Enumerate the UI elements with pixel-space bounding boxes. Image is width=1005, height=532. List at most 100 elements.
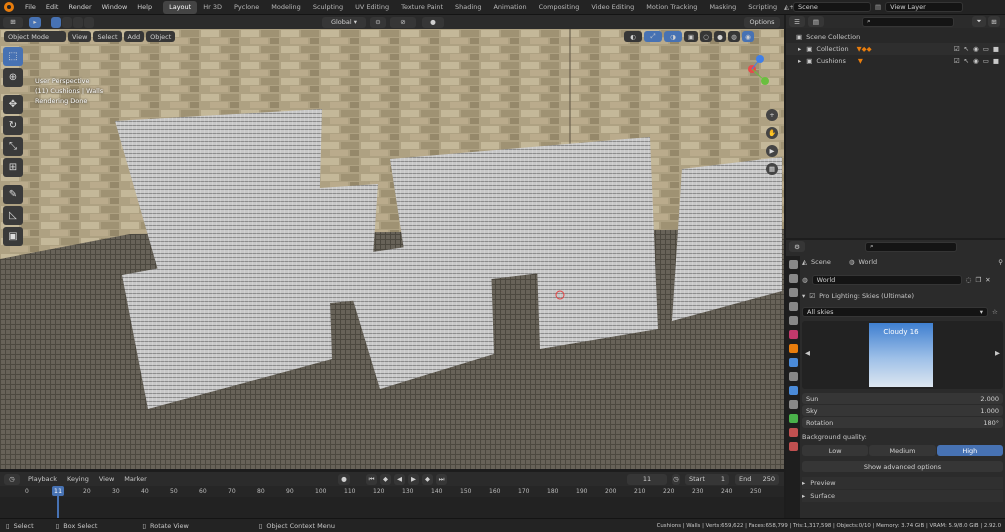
record-icon[interactable]: ● <box>338 473 350 485</box>
menu-window[interactable]: Window <box>97 3 133 11</box>
menu-file[interactable]: File <box>20 3 41 11</box>
menu-add[interactable]: Add <box>123 31 145 42</box>
3d-viewport[interactable]: User Perspective (11) Cushions | Walls R… <box>0 29 784 469</box>
select-mode-icon[interactable]: ▸ <box>29 16 41 28</box>
select-arrow-icon[interactable]: ↖ <box>964 45 969 53</box>
rotate-tool-icon[interactable]: ↻ <box>3 116 23 135</box>
material-shading-icon[interactable]: ◍ <box>728 31 740 42</box>
addon-panel-header[interactable]: ▾ ☑ Pro Lighting: Skies (Ultimate) <box>802 290 1003 302</box>
tab-masking[interactable]: Masking <box>703 1 742 14</box>
tab-animation[interactable]: Animation <box>487 1 532 14</box>
tool-tab-icon[interactable] <box>788 260 798 269</box>
mode-subtract-icon[interactable] <box>73 16 83 28</box>
add-cube-tool-icon[interactable]: ▣ <box>3 227 23 246</box>
unlink-icon[interactable]: ✕ <box>985 276 990 284</box>
tab-hr3d[interactable]: Hr 3D <box>197 1 228 14</box>
ortho-grid-icon[interactable]: ▦ <box>766 163 778 175</box>
editor-type-icon[interactable]: ⊞ <box>3 16 23 28</box>
options-dropdown[interactable]: Options <box>744 16 780 28</box>
expand-arrow-icon[interactable]: ▸ <box>798 45 801 53</box>
duplicate-icon[interactable]: ❐ <box>975 276 981 284</box>
rotation-field[interactable]: Rotation 180° <box>802 417 1003 428</box>
menu-playback[interactable]: Playback <box>28 475 57 483</box>
scene-field[interactable]: Scene <box>793 2 871 12</box>
surface-panel-header[interactable]: ▸ Surface <box>802 490 1003 502</box>
gizmo-icon[interactable]: ⤢ <box>644 31 662 42</box>
select-box-tool-icon[interactable]: ⬚ <box>3 47 23 66</box>
favorite-star-icon[interactable]: ☆ <box>992 308 998 316</box>
sky-category-dropdown[interactable]: All skies ▾ <box>802 307 988 317</box>
output-tab-icon[interactable] <box>788 288 798 297</box>
fake-user-icon[interactable]: ◌ <box>966 276 972 284</box>
tab-scripting[interactable]: Scripting <box>742 1 783 14</box>
select-arrow-icon[interactable]: ↖ <box>964 57 969 65</box>
outliner-item-cushions[interactable]: ▸ ▣ Cushions ▼ ☑ ↖ ◉ ▭ ■ <box>786 55 1005 67</box>
monitor-icon[interactable]: ▭ <box>983 45 989 53</box>
zoom-icon[interactable]: + <box>766 109 778 121</box>
particles-tab-icon[interactable] <box>788 372 798 381</box>
camera-view-icon[interactable]: ▶ <box>766 145 778 157</box>
show-advanced-button[interactable]: Show advanced options <box>802 461 1003 472</box>
menu-keying[interactable]: Keying <box>67 475 89 483</box>
material-tab-icon[interactable] <box>788 428 798 437</box>
mode-extend-icon[interactable] <box>62 16 72 28</box>
menu-help[interactable]: Help <box>132 3 157 11</box>
measure-tool-icon[interactable]: ◺ <box>3 206 23 225</box>
wireframe-shading-icon[interactable]: ○ <box>700 31 712 42</box>
solid-shading-icon[interactable]: ● <box>714 31 726 42</box>
tab-uv-editing[interactable]: UV Editing <box>349 1 395 14</box>
tab-motion-tracking[interactable]: Motion Tracking <box>640 1 703 14</box>
sun-strength-field[interactable]: Sun 2.000 <box>802 393 1003 404</box>
visibility-icon[interactable]: ◐ <box>624 31 642 42</box>
camera-icon[interactable]: ■ <box>993 57 999 65</box>
sky-strength-field[interactable]: Sky 1.000 <box>802 405 1003 416</box>
move-tool-icon[interactable]: ✥ <box>3 95 23 114</box>
world-name-field[interactable]: World <box>811 275 962 285</box>
tab-shading[interactable]: Shading <box>449 1 487 14</box>
world-tab-icon[interactable] <box>788 330 798 339</box>
menu-select[interactable]: Select <box>93 31 122 42</box>
scene-tab-icon[interactable] <box>788 316 798 325</box>
display-mode-icon[interactable]: ▤ <box>808 16 824 27</box>
timeline-editor-type-icon[interactable]: ◷ <box>4 473 20 485</box>
tab-compositing[interactable]: Compositing <box>533 1 586 14</box>
outliner-editor-type-icon[interactable]: ☰ <box>789 16 805 27</box>
menu-timeline-view[interactable]: View <box>99 475 114 483</box>
jump-end-icon[interactable]: ⏭ <box>436 473 447 485</box>
addon-enable-checkbox[interactable]: ☑ <box>809 292 815 300</box>
transform-orientation-dropdown[interactable]: Global ▾ <box>322 16 366 28</box>
sky-thumbnail[interactable]: Cloudy 16 <box>869 323 933 387</box>
playhead[interactable]: 11 <box>52 486 64 496</box>
view-layer-field[interactable]: View Layer <box>885 2 964 12</box>
modifier-tab-icon[interactable] <box>788 358 798 367</box>
object-tab-icon[interactable] <box>788 344 798 353</box>
menu-edit[interactable]: Edit <box>41 3 64 11</box>
eye-icon[interactable]: ◉ <box>973 45 979 53</box>
pin-icon[interactable]: ⚲ <box>998 258 1003 266</box>
timeline[interactable]: 0102030405060708090100110120130140150160… <box>0 486 784 518</box>
prev-keyframe-icon[interactable]: ◆ <box>380 473 391 485</box>
pan-hand-icon[interactable]: ✋ <box>766 127 778 139</box>
camera-icon[interactable]: ■ <box>993 45 999 53</box>
object-mode-dropdown[interactable]: Object Mode <box>4 31 66 42</box>
prev-sky-arrow-icon[interactable]: ◀ <box>805 349 810 357</box>
properties-search-input[interactable]: ⌕ <box>865 241 957 252</box>
eye-icon[interactable]: ◉ <box>973 57 979 65</box>
menu-render[interactable]: Render <box>63 3 96 11</box>
quality-high-button[interactable]: High <box>936 445 1003 456</box>
expand-arrow-icon[interactable]: ▸ <box>798 57 801 65</box>
physics-tab-icon[interactable] <box>788 386 798 395</box>
start-frame-field[interactable]: Start 1 <box>685 473 729 485</box>
tab-layout[interactable]: Layout <box>163 0 198 14</box>
monitor-icon[interactable]: ▭ <box>983 57 989 65</box>
checkbox-icon[interactable]: ☑ <box>954 57 960 65</box>
tab-texture-paint[interactable]: Texture Paint <box>395 1 449 14</box>
play-reverse-icon[interactable]: ◀ <box>394 473 405 485</box>
checkbox-icon[interactable]: ☑ <box>954 45 960 53</box>
mode-new-icon[interactable] <box>51 16 61 28</box>
current-frame-field[interactable]: 11 <box>627 473 667 485</box>
view-layer-tab-icon[interactable] <box>788 302 798 311</box>
outliner-item-collection[interactable]: ▸ ▣ Collection ▼◆◆ ☑ ↖ ◉ ▭ ■ <box>786 43 1005 55</box>
snap-icon[interactable]: ⊘ <box>390 16 416 28</box>
tab-sculpting[interactable]: Sculpting <box>307 1 349 14</box>
